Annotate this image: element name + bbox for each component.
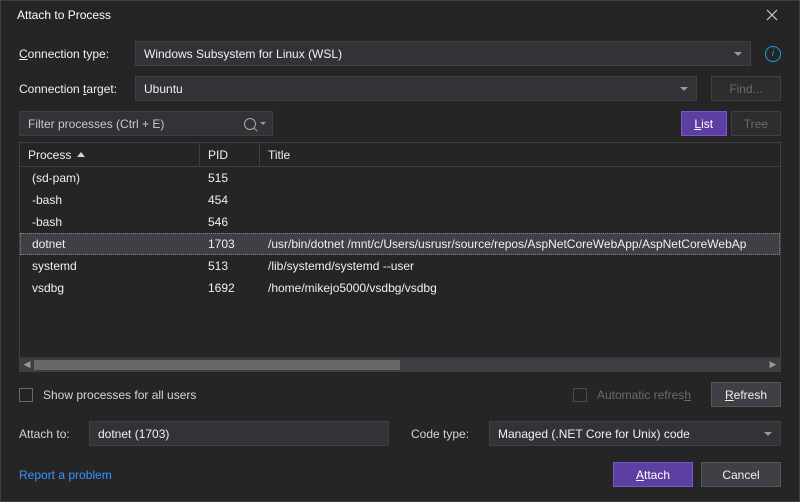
report-problem-link[interactable]: Report a problem — [19, 468, 112, 482]
horizontal-scrollbar[interactable]: ◀ ▶ — [20, 357, 780, 371]
chevron-down-icon — [260, 122, 266, 125]
connection-type-combo[interactable]: Windows Subsystem for Linux (WSL) — [135, 41, 751, 66]
table-row[interactable]: dotnet1703/usr/bin/dotnet /mnt/c/Users/u… — [20, 233, 780, 255]
connection-type-label: Connection type: — [19, 47, 127, 61]
sort-ascending-icon — [77, 152, 85, 157]
view-toggle: List Tree — [681, 111, 781, 136]
table-row[interactable]: vsdbg1692/home/mikejo5000/vsdbg/vsdbg — [20, 277, 780, 299]
footer: Report a problem Attach Cancel — [19, 462, 781, 487]
process-table: Process PID Title (sd-pam)515-bash454-ba… — [19, 142, 781, 372]
code-type-value: Managed (.NET Core for Unix) code — [498, 427, 690, 441]
cell-process: (sd-pam) — [20, 171, 200, 185]
cell-pid: 546 — [200, 215, 260, 229]
auto-refresh-label: Automatic refresh — [597, 388, 691, 402]
cell-pid: 1703 — [200, 237, 260, 251]
connection-target-label: Connection target: — [19, 82, 127, 96]
cell-pid: 513 — [200, 259, 260, 273]
column-header-title[interactable]: Title — [260, 143, 780, 166]
close-icon[interactable] — [755, 2, 789, 28]
dialog-body: Connection type: Windows Subsystem for L… — [1, 29, 799, 501]
show-all-users-label: Show processes for all users — [43, 388, 196, 402]
chevron-down-icon — [764, 432, 772, 436]
table-header: Process PID Title — [20, 143, 780, 167]
scrollbar-track[interactable] — [34, 358, 766, 372]
dialog-title: Attach to Process — [17, 8, 755, 22]
cell-title: /usr/bin/dotnet /mnt/c/Users/usrusr/sour… — [260, 237, 780, 251]
cell-pid: 515 — [200, 171, 260, 185]
table-options-row: Show processes for all users Automatic r… — [19, 382, 781, 407]
titlebar: Attach to Process — [1, 1, 799, 29]
attach-to-label: Attach to: — [19, 427, 81, 441]
search-icon — [244, 118, 256, 130]
cell-process: vsdbg — [20, 281, 200, 295]
table-row[interactable]: (sd-pam)515 — [20, 167, 780, 189]
attach-row: Attach to: dotnet (1703) Code type: Mana… — [19, 421, 781, 446]
code-type-label: Code type: — [411, 427, 481, 441]
table-row[interactable]: -bash454 — [20, 189, 780, 211]
cell-process: systemd — [20, 259, 200, 273]
attach-to-process-dialog: Attach to Process Connection type: Windo… — [0, 0, 800, 502]
list-view-button[interactable]: List — [681, 111, 727, 136]
code-type-combo[interactable]: Managed (.NET Core for Unix) code — [489, 421, 781, 446]
chevron-down-icon — [734, 52, 742, 56]
cancel-button[interactable]: Cancel — [701, 462, 781, 487]
show-all-users-checkbox[interactable] — [19, 388, 33, 402]
connection-target-row: Connection target: Ubuntu Find... — [19, 76, 781, 101]
scroll-left-icon[interactable]: ◀ — [20, 358, 34, 372]
cell-pid: 1692 — [200, 281, 260, 295]
table-row[interactable]: -bash546 — [20, 211, 780, 233]
scrollbar-thumb[interactable] — [34, 360, 400, 370]
attach-to-field[interactable]: dotnet (1703) — [89, 421, 389, 446]
column-header-pid[interactable]: PID — [200, 143, 260, 166]
connection-type-value: Windows Subsystem for Linux (WSL) — [144, 47, 342, 61]
cell-title: /home/mikejo5000/vsdbg/vsdbg — [260, 281, 780, 295]
cell-process: -bash — [20, 193, 200, 207]
auto-refresh-checkbox — [573, 388, 587, 402]
tree-view-button[interactable]: Tree — [731, 111, 781, 136]
cell-process: dotnet — [20, 237, 200, 251]
connection-target-value: Ubuntu — [144, 82, 183, 96]
table-body: (sd-pam)515-bash454-bash546dotnet1703/us… — [20, 167, 780, 357]
cell-title: /lib/systemd/systemd --user — [260, 259, 780, 273]
scroll-right-icon[interactable]: ▶ — [766, 358, 780, 372]
table-row[interactable]: systemd513/lib/systemd/systemd --user — [20, 255, 780, 277]
attach-to-value: dotnet (1703) — [98, 427, 169, 441]
filter-placeholder: Filter processes (Ctrl + E) — [28, 117, 164, 131]
find-button[interactable]: Find... — [711, 76, 781, 101]
connection-type-row: Connection type: Windows Subsystem for L… — [19, 41, 781, 66]
column-header-process[interactable]: Process — [20, 143, 200, 166]
info-icon[interactable]: i — [765, 46, 781, 62]
refresh-button[interactable]: Refresh — [711, 382, 781, 407]
chevron-down-icon — [680, 87, 688, 91]
filter-row: Filter processes (Ctrl + E) List Tree — [19, 111, 781, 136]
attach-button[interactable]: Attach — [613, 462, 693, 487]
connection-target-combo[interactable]: Ubuntu — [135, 76, 697, 101]
filter-input[interactable]: Filter processes (Ctrl + E) — [19, 111, 273, 136]
cell-process: -bash — [20, 215, 200, 229]
cell-pid: 454 — [200, 193, 260, 207]
